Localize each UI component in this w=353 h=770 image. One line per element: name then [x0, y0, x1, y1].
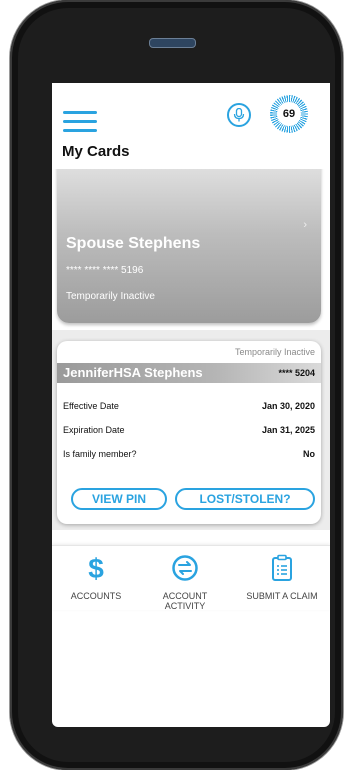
dollar-icon: $ [88, 553, 104, 584]
card-number-masked: **** 5204 [278, 368, 315, 378]
detail-label: Is family member? [63, 449, 137, 459]
card-holder-name: JenniferHSA Stephens [63, 365, 203, 380]
clipboard-icon [272, 554, 292, 581]
card-number-masked: **** **** **** 5196 [66, 265, 144, 276]
card-holder-name: Spouse Stephens [66, 235, 201, 252]
detail-row-family-member: Is family member? No [63, 449, 315, 459]
card-holder-band: JenniferHSA Stephens **** 5204 [57, 363, 321, 383]
svg-text:$: $ [88, 554, 104, 582]
bottom-tab-bar: $ ACCOUNTS ACCOUNT ACTIVITY SUBMIT A CLA… [52, 545, 330, 611]
card-detail: Temporarily Inactive JenniferHSA Stephen… [57, 341, 321, 524]
detail-label: Expiration Date [63, 425, 125, 435]
detail-value: No [303, 449, 315, 459]
card-spouse[interactable]: › Spouse Stephens **** **** **** 5196 Te… [57, 159, 321, 323]
lost-stolen-button[interactable]: LOST/STOLEN? [175, 488, 315, 510]
score-value: 69 [277, 102, 301, 126]
page-title: My Cards [62, 143, 130, 160]
chevron-right-icon: › [303, 219, 307, 231]
view-pin-button[interactable]: VIEW PIN [71, 488, 167, 510]
app-header: 69 My Cards [52, 83, 330, 169]
card-status: Temporarily Inactive [234, 347, 315, 357]
tab-label: ACCOUNTS [70, 591, 122, 601]
detail-label: Effective Date [63, 401, 119, 411]
card-status: Temporarily Inactive [66, 291, 155, 302]
score-badge-icon[interactable]: 69 [270, 95, 308, 133]
tab-submit-claim[interactable]: SUBMIT A CLAIM [240, 554, 324, 601]
exchange-icon [172, 555, 198, 581]
microphone-icon[interactable] [227, 103, 251, 127]
app-screen: 69 My Cards › Spouse Stephens **** **** … [52, 83, 330, 643]
tab-label: ACCOUNT ACTIVITY [162, 591, 208, 611]
detail-value: Jan 31, 2025 [261, 425, 315, 435]
tab-label: SUBMIT A CLAIM [246, 591, 318, 601]
speaker-grille [149, 38, 196, 48]
tab-account-activity[interactable]: ACCOUNT ACTIVITY [155, 554, 215, 611]
hamburger-menu-icon[interactable] [63, 111, 97, 133]
detail-row-expiration-date: Expiration Date Jan 31, 2025 [63, 425, 315, 435]
detail-row-effective-date: Effective Date Jan 30, 2020 [63, 401, 315, 411]
screen-blank-area [52, 643, 330, 727]
tab-accounts[interactable]: $ ACCOUNTS [66, 553, 126, 601]
detail-value: Jan 30, 2020 [261, 401, 315, 411]
